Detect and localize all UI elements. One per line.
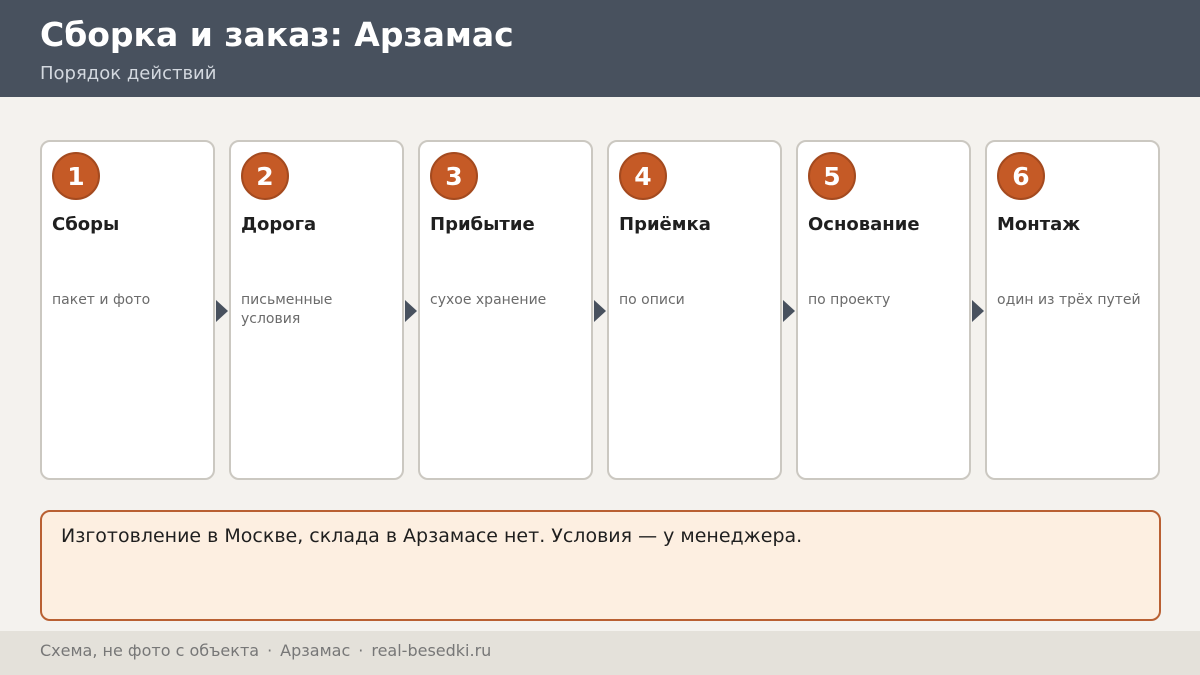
step-title: Основание bbox=[808, 214, 920, 235]
footer-bar: Схема, не фото с объекта · Арзамас · real-be… bbox=[0, 631, 1200, 675]
step-card-1: 1 Сборы пакет и фото bbox=[40, 140, 215, 480]
footer-text: Схема, не фото с объекта · Арзамас · real-be… bbox=[40, 641, 491, 660]
footer-caption: Схема, не фото с объекта bbox=[40, 641, 260, 660]
step-description: пакет и фото bbox=[52, 292, 151, 308]
step-card-2: 2 Дорога письменные условия bbox=[229, 140, 404, 480]
step-number-badge: 1 bbox=[52, 152, 100, 200]
arrow-right-icon bbox=[405, 300, 417, 322]
footer-separator: · bbox=[267, 641, 273, 660]
step-description: один из трёх путей bbox=[997, 292, 1141, 308]
step-card-6: 6 Монтаж один из трёх путей bbox=[985, 140, 1160, 480]
page-subtitle: Порядок действий bbox=[40, 63, 217, 84]
step-card-5: 5 Основание по проекту bbox=[796, 140, 971, 480]
step-description: по проекту bbox=[808, 292, 891, 308]
footer-separator: · bbox=[358, 641, 364, 660]
arrow-right-icon bbox=[972, 300, 984, 322]
note-text: Изготовление в Москве, склада в Арзамасе… bbox=[61, 525, 803, 547]
step-card-4: 4 Приёмка по описи bbox=[607, 140, 782, 480]
step-description: сухое хранение bbox=[430, 292, 547, 308]
arrow-right-icon bbox=[783, 300, 795, 322]
arrow-right-icon bbox=[594, 300, 606, 322]
step-number-badge: 2 bbox=[241, 152, 289, 200]
step-description: по описи bbox=[619, 292, 685, 308]
arrow-right-icon bbox=[216, 300, 228, 322]
step-title: Монтаж bbox=[997, 214, 1081, 235]
page-title: Сборка и заказ: Арзамас bbox=[40, 15, 514, 54]
step-title: Дорога bbox=[241, 214, 317, 235]
step-title: Сборы bbox=[52, 214, 120, 235]
step-card-3: 3 Прибытие сухое хранение bbox=[418, 140, 593, 480]
step-number-badge: 6 bbox=[997, 152, 1045, 200]
step-number-badge: 3 bbox=[430, 152, 478, 200]
header-bar: Сборка и заказ: Арзамас Порядок действий bbox=[0, 0, 1200, 97]
step-title: Прибытие bbox=[430, 214, 535, 235]
footer-city: Арзамас bbox=[280, 641, 351, 660]
step-number-badge: 5 bbox=[808, 152, 856, 200]
footer-site: real-besedki.ru bbox=[371, 641, 492, 660]
step-number-badge: 4 bbox=[619, 152, 667, 200]
info-note: Изготовление в Москве, склада в Арзамасе… bbox=[40, 510, 1161, 621]
step-title: Приёмка bbox=[619, 214, 711, 235]
step-description: письменные условия bbox=[241, 292, 333, 327]
